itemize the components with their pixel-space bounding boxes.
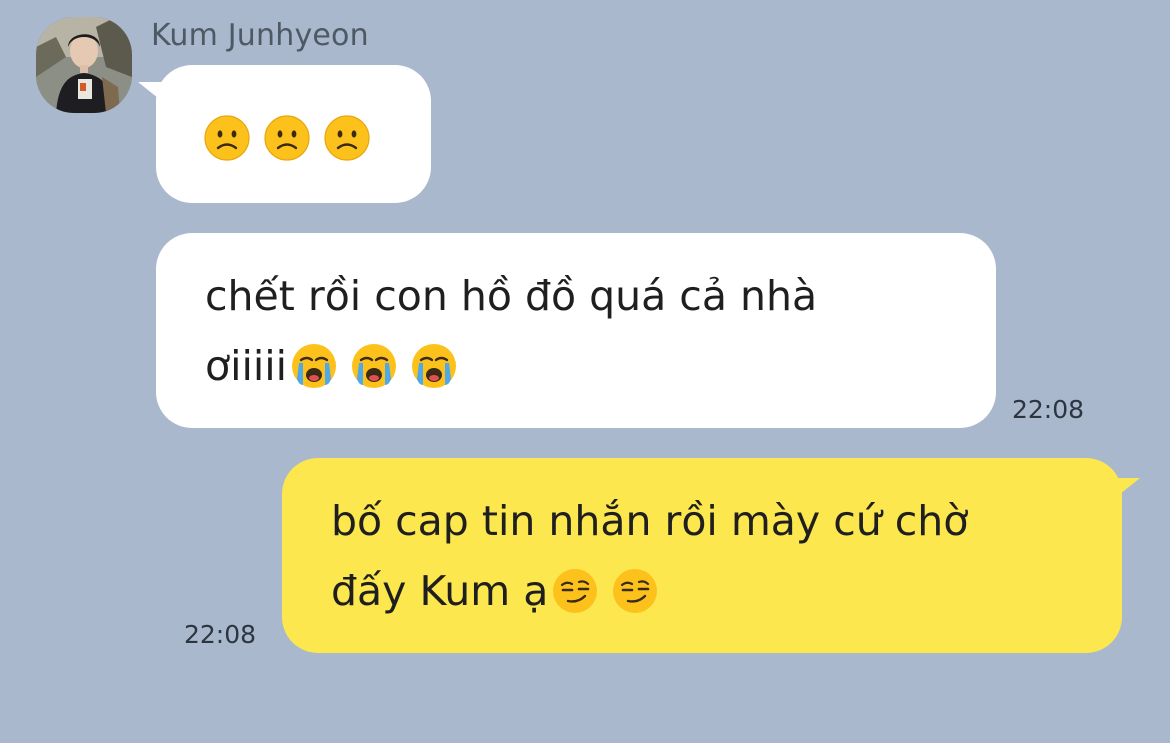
contact-avatar[interactable] — [36, 17, 132, 113]
outgoing-message-bubble[interactable]: bố cap tin nhắn rồi mày cứ chờ đấy Kum ạ — [282, 458, 1122, 653]
message-line: bố cap tin nhắn rồi mày cứ chờ — [331, 486, 968, 556]
smirking-face-icon — [612, 568, 658, 614]
loudly-crying-face-icon — [411, 343, 457, 389]
slightly-frowning-face-icon — [264, 115, 310, 161]
message-line-2: đấy Kum ạ — [331, 567, 549, 615]
smirking-face-icon — [552, 568, 598, 614]
message-line: đấy Kum ạ — [331, 556, 968, 626]
loudly-crying-face-icon — [291, 343, 337, 389]
slightly-frowning-face-icon — [324, 115, 370, 161]
message-line-1: bố cap tin nhắn rồi mày cứ chờ — [331, 497, 969, 545]
incoming-message-bubble[interactable]: chết rồi con hồ đồ quá cả nhà ơiiiii — [156, 233, 996, 428]
emoji-row — [204, 115, 370, 161]
sender-name: Kum Junhyeon — [151, 18, 369, 53]
message-line: chết rồi con hồ đồ quá cả nhà — [205, 261, 817, 331]
message-timestamp: 22:08 — [184, 620, 257, 649]
message-line-1: chết rồi con hồ đồ quá cả nhà — [205, 272, 818, 320]
message-line-2: ơiiiii — [205, 342, 288, 390]
loudly-crying-face-icon — [351, 343, 397, 389]
message-line: ơiiiii — [205, 331, 817, 401]
message-text: bố cap tin nhắn rồi mày cứ chờ đấy Kum ạ — [331, 486, 968, 626]
incoming-message-bubble[interactable] — [156, 65, 431, 203]
message-timestamp: 22:08 — [1012, 395, 1085, 424]
message-text: chết rồi con hồ đồ quá cả nhà ơiiiii — [205, 261, 817, 401]
profile-photo-icon — [36, 17, 132, 113]
chat-thread: Kum Junhyeon chết rồi con hồ đồ quá cả n… — [0, 0, 1170, 743]
slightly-frowning-face-icon — [204, 115, 250, 161]
